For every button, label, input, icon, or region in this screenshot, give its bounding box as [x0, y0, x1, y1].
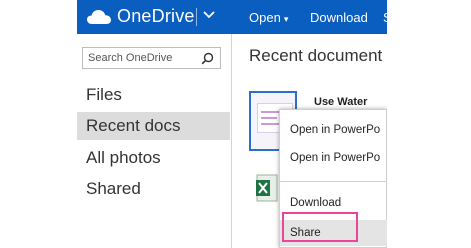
open-command[interactable]: Open ▾ [249, 10, 288, 25]
header-divider [196, 8, 197, 26]
brand-logo[interactable]: OneDrive [86, 6, 195, 27]
menu-item-download[interactable]: Download [280, 193, 387, 213]
onedrive-window: OneDrive Open▾ Download S Search OneDriv… [77, 0, 387, 248]
menu-item-open-in-powerpoint-online[interactable]: Open in PowerPo [280, 148, 387, 168]
top-bar: OneDrive Open▾ Download S [77, 0, 387, 34]
menu-item-open-in-powerpoint[interactable]: Open in PowerPo [280, 120, 387, 140]
cloud-icon [87, 9, 111, 24]
open-command-label: Open [249, 10, 281, 25]
page-title: Recent document [249, 46, 383, 65]
sidebar: Search OneDrive Files Recent docs All ph… [77, 34, 232, 248]
share-highlight-box [282, 212, 358, 242]
share-command-partial[interactable]: S [383, 10, 387, 25]
chevron-down-icon: ▾ [283, 14, 289, 24]
brand-title: OneDrive [117, 6, 195, 26]
search-box[interactable]: Search OneDrive [82, 47, 221, 69]
document-title[interactable]: Use Water [314, 96, 367, 108]
excel-file-icon[interactable] [256, 174, 278, 202]
sidebar-item-files[interactable]: Files [77, 81, 230, 109]
sidebar-item-recent-docs[interactable]: Recent docs [77, 112, 230, 140]
download-command[interactable]: Download [310, 10, 368, 25]
menu-divider [280, 181, 387, 182]
sidebar-item-all-photos[interactable]: All photos [77, 144, 230, 172]
sidebar-divider [231, 34, 232, 248]
search-input[interactable]: Search OneDrive [88, 52, 172, 64]
chevron-down-icon[interactable] [201, 7, 217, 23]
sidebar-item-shared[interactable]: Shared [77, 175, 230, 203]
search-icon[interactable] [201, 52, 214, 65]
preview-line [261, 123, 281, 125]
preview-line [261, 117, 277, 119]
